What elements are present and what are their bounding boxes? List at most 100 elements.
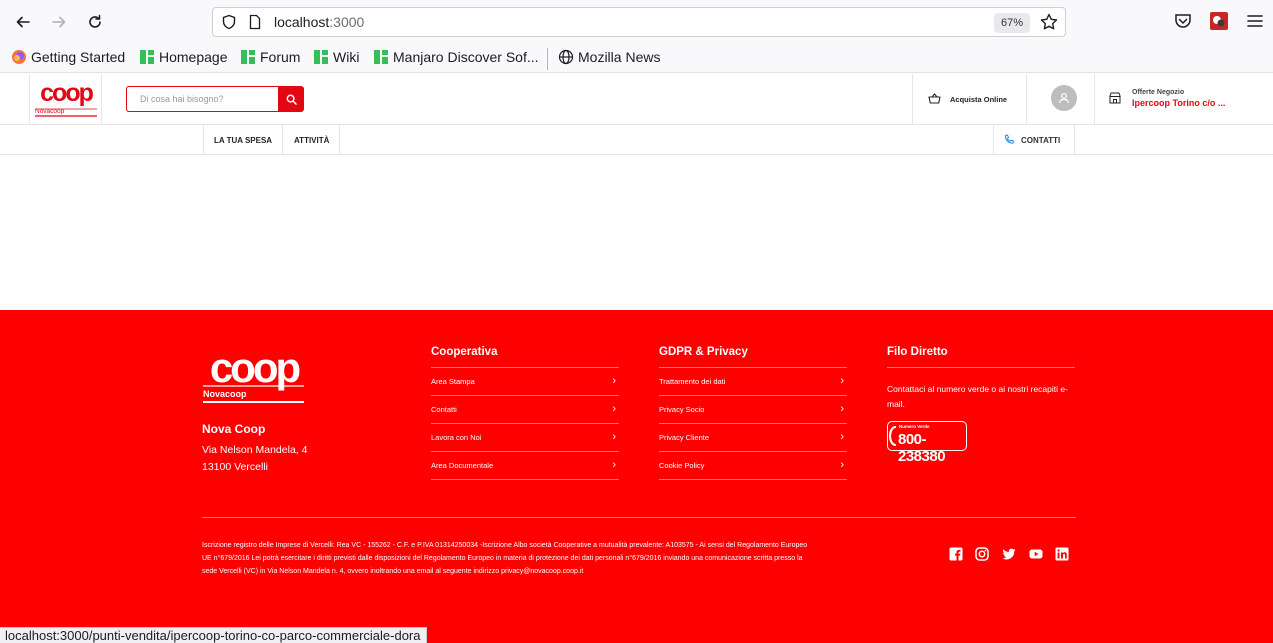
manjaro-icon xyxy=(314,50,328,64)
twitter-icon[interactable] xyxy=(1002,547,1016,561)
bookmark-homepage[interactable]: Homepage xyxy=(139,49,228,65)
site-header: coop Novacoop Di cosa hai bisogno? Acqui… xyxy=(0,74,1273,125)
address-line-1: Via Nelson Mandela, 4 xyxy=(202,444,308,456)
footer-column-filo-diretto: Filo Diretto Contattaci al numero verde … xyxy=(887,346,1075,465)
chevron-right-icon: › xyxy=(612,431,616,443)
extension-icon[interactable] xyxy=(1209,11,1229,31)
bookmark-separator xyxy=(547,48,548,70)
youtube-icon[interactable] xyxy=(1029,547,1043,561)
arrow-left-icon xyxy=(16,16,30,28)
footer-logo-graphic: coop Novacoop xyxy=(203,344,304,403)
url-port: :3000 xyxy=(329,14,365,30)
bookmark-label: Manjaro Discover Sof... xyxy=(393,49,539,65)
toll-free-number: 800-238380 xyxy=(898,431,946,465)
footer-link-privacy-socio[interactable]: Privacy Socio › xyxy=(659,396,847,424)
reload-button[interactable] xyxy=(81,8,109,36)
zoom-indicator[interactable]: 67% xyxy=(994,13,1030,33)
phone-icon xyxy=(1004,134,1014,144)
avatar[interactable] xyxy=(1051,85,1077,111)
bookmarks-bar: Getting Started Homepage Forum Wiki Manj… xyxy=(0,44,1273,73)
chevron-right-icon: › xyxy=(612,459,616,471)
column-title: Cooperativa xyxy=(431,346,619,368)
search-button[interactable] xyxy=(278,86,304,112)
offers-label: Offerte Negozio xyxy=(1132,89,1185,96)
contacts-label: CONTATTI xyxy=(1021,135,1061,145)
back-button[interactable] xyxy=(9,8,37,36)
footer: coop Novacoop Nova Coop Via Nelson Mande… xyxy=(0,310,1273,643)
column-title: GDPR & Privacy xyxy=(659,346,847,368)
chevron-right-icon: › xyxy=(840,403,844,415)
footer-column-gdpr: GDPR & Privacy Trattamento dei dati › Pri… xyxy=(659,346,847,480)
bookmark-label: Wiki xyxy=(333,49,360,65)
user-icon xyxy=(1058,93,1070,104)
bookmark-label: Mozilla News xyxy=(578,49,661,65)
coop-logo[interactable]: coop Novacoop xyxy=(29,74,102,125)
bookmark-label: Getting Started xyxy=(31,49,126,65)
chevron-right-icon: › xyxy=(840,431,844,443)
toll-free-number-badge[interactable]: Numero Verde 800-238380 xyxy=(887,421,967,465)
link-label: Contatti xyxy=(431,405,457,414)
chevron-right-icon: › xyxy=(612,375,616,387)
facebook-icon[interactable] xyxy=(949,547,963,561)
footer-column-cooperativa: Cooperativa Area Stampa › Contatti › Lavor… xyxy=(431,346,619,480)
nav-la-tua-spesa[interactable]: LA TUA SPESA xyxy=(203,125,284,155)
coop-logo-graphic: coop Novacoop xyxy=(35,79,97,117)
link-label: Privacy Socio xyxy=(659,405,705,414)
link-label: Lavora con Noi xyxy=(431,433,482,442)
reload-icon xyxy=(89,14,101,28)
address-bar[interactable]: localhost:3000 67% xyxy=(212,7,1066,37)
footer-divider xyxy=(202,517,1076,518)
firefox-icon xyxy=(12,50,26,64)
nav-attivita[interactable]: ATTIVITÀ xyxy=(284,125,341,155)
bookmark-wiki[interactable]: Wiki xyxy=(313,49,359,65)
shield-icon[interactable] xyxy=(221,14,237,30)
link-label: Privacy Cliente xyxy=(659,433,710,442)
company-address: Via Nelson Mandela, 4 13100 Vercelli xyxy=(202,442,307,476)
direct-contact-text: Contattaci al numero verde o ai nostri r… xyxy=(887,384,1068,409)
footer-link-cookie-policy[interactable]: Cookie Policy › xyxy=(659,452,847,480)
phone-handset-icon xyxy=(889,426,897,446)
bookmark-forum[interactable]: Forum xyxy=(240,49,300,65)
page-icon[interactable] xyxy=(247,14,263,30)
selected-store[interactable]: Ipercoop Torino c/o ... xyxy=(1132,98,1225,108)
chevron-right-icon: › xyxy=(840,459,844,471)
toll-free-label: Numero Verde xyxy=(899,424,930,429)
footer-logo-subtext: Novacoop xyxy=(203,389,247,399)
bookmark-label: Homepage xyxy=(159,49,228,65)
url-text[interactable]: localhost:3000 xyxy=(274,14,364,30)
address-line-2: 13100 Vercelli xyxy=(202,461,268,473)
linkedin-icon[interactable] xyxy=(1055,547,1069,561)
search-input[interactable]: Di cosa hai bisogno? xyxy=(126,86,278,112)
footer-link-privacy-cliente[interactable]: Privacy Cliente › xyxy=(659,424,847,452)
contacts-link[interactable]: CONTATTI xyxy=(993,125,1075,155)
search-icon xyxy=(286,94,297,105)
footer-link-area-stampa[interactable]: Area Stampa › xyxy=(431,368,619,396)
chevron-right-icon: › xyxy=(840,375,844,387)
buy-online-label: Acquista Online xyxy=(950,95,1008,104)
footer-coop-logo[interactable]: coop Novacoop xyxy=(202,344,310,413)
footer-link-contatti[interactable]: Contatti › xyxy=(431,396,619,424)
status-bar-url: localhost:3000/punti-vendita/ipercoop-to… xyxy=(0,627,427,643)
footer-link-area-documentale[interactable]: Area Documentale › xyxy=(431,452,619,480)
bookmark-label: Forum xyxy=(260,49,301,65)
bookmark-manjaro-discover[interactable]: Manjaro Discover Sof... xyxy=(373,49,539,65)
link-label: Cookie Policy xyxy=(659,461,705,470)
logo-text: coop xyxy=(40,79,93,107)
instagram-icon[interactable] xyxy=(975,547,989,561)
store-icon xyxy=(1109,92,1121,104)
forward-button[interactable] xyxy=(45,8,73,36)
bookmark-mozilla-news[interactable]: Mozilla News xyxy=(558,49,660,65)
bookmark-getting-started[interactable]: Getting Started xyxy=(11,49,125,65)
bookmark-star-icon[interactable] xyxy=(1039,12,1059,32)
url-host: localhost xyxy=(274,14,330,30)
footer-link-trattamento-dati[interactable]: Trattamento dei dati › xyxy=(659,368,847,396)
browser-toolbar: localhost:3000 67% xyxy=(0,0,1273,44)
basket-icon xyxy=(928,93,941,104)
menu-icon[interactable] xyxy=(1245,11,1265,31)
pocket-icon[interactable] xyxy=(1173,11,1193,31)
footer-logo-text: coop xyxy=(210,346,300,391)
globe-icon xyxy=(558,49,574,65)
link-label: Trattamento dei dati xyxy=(659,377,726,386)
manjaro-icon xyxy=(374,50,388,64)
footer-link-lavora-con-noi[interactable]: Lavora con Noi › xyxy=(431,424,619,452)
